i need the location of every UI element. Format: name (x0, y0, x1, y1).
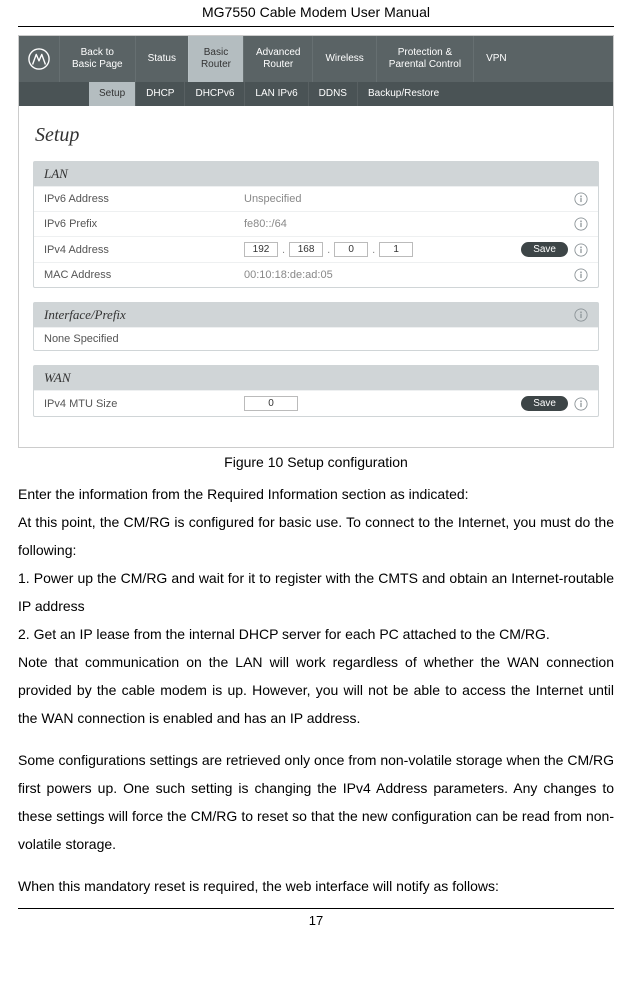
label-ipv4-mtu: IPv4 MTU Size (44, 398, 244, 410)
sub-nav: Setup DHCP DHCPv6 LAN IPv6 DDNS Backup/R… (19, 82, 613, 106)
nav-label: Router (201, 59, 231, 71)
row-ipv6-address: IPv6 Address Unspecified (34, 186, 598, 211)
info-icon[interactable] (574, 268, 588, 282)
ipv4-octet-4[interactable] (379, 242, 413, 257)
row-ipv4-address: IPv4 Address . . . Save (34, 236, 598, 262)
row-mac-address: MAC Address 00:10:18:de:ad:05 (34, 262, 598, 287)
subnav-backup-restore[interactable]: Backup/Restore (357, 82, 449, 106)
manual-page: MG7550 Cable Modem User Manual Back to B… (0, 0, 632, 944)
info-icon[interactable] (574, 308, 588, 322)
page-number: 17 (18, 908, 614, 928)
subnav-dhcpv6[interactable]: DHCPv6 (184, 82, 244, 106)
para-3: 1. Power up the CM/RG and wait for it to… (18, 564, 614, 620)
nav-advanced-router[interactable]: Advanced Router (243, 36, 312, 82)
value-ipv4-mtu (244, 396, 521, 411)
motorola-logo-icon (19, 36, 59, 82)
info-icon[interactable] (574, 397, 588, 411)
nav-wireless[interactable]: Wireless (312, 36, 375, 82)
row-ipv4-mtu: IPv4 MTU Size Save (34, 390, 598, 416)
nav-label: Basic Page (72, 59, 123, 71)
nav-label: Router (263, 59, 293, 71)
panel-body: Setup LAN IPv6 Address Unspecified IPv6 … (19, 106, 613, 447)
label-mac-address: MAC Address (44, 269, 244, 281)
body-text: Enter the information from the Required … (18, 480, 614, 900)
para-7: When this mandatory reset is required, t… (18, 872, 614, 900)
mtu-input[interactable] (244, 396, 298, 411)
para-1: Enter the information from the Required … (18, 480, 614, 508)
nav-label: VPN (486, 53, 507, 65)
info-icon[interactable] (574, 217, 588, 231)
lan-card-header: LAN (34, 162, 598, 186)
nav-label: Advanced (256, 47, 300, 59)
label-ipv6-prefix: IPv6 Prefix (44, 218, 244, 230)
value-ipv4-address: . . . (244, 242, 521, 257)
subnav-lan-ipv6[interactable]: LAN IPv6 (244, 82, 307, 106)
wan-card-header: WAN (34, 366, 598, 390)
value-ipv6-prefix: fe80::/64 (244, 218, 574, 230)
ipv4-octet-3[interactable] (334, 242, 368, 257)
para-6: Some configurations settings are retriev… (18, 746, 614, 858)
lan-card: LAN IPv6 Address Unspecified IPv6 Prefix… (33, 161, 599, 288)
lan-save-button[interactable]: Save (521, 242, 568, 257)
figure-caption: Figure 10 Setup configuration (18, 454, 614, 470)
card-title: LAN (44, 166, 68, 182)
subnav-setup[interactable]: Setup (89, 82, 135, 106)
wan-save-button[interactable]: Save (521, 396, 568, 411)
document-title: MG7550 Cable Modem User Manual (18, 0, 614, 27)
label-ipv4-address: IPv4 Address (44, 244, 244, 256)
none-specified-label: None Specified (44, 333, 119, 345)
router-ui-screenshot: Back to Basic Page Status Basic Router A… (18, 35, 614, 448)
card-title: Interface/Prefix (44, 307, 126, 323)
row-none-specified: None Specified (34, 327, 598, 350)
nav-basic-router[interactable]: Basic Router (188, 36, 243, 82)
nav-protection-parental[interactable]: Protection & Parental Control (376, 36, 473, 82)
wan-card: WAN IPv4 MTU Size Save (33, 365, 599, 417)
nav-label: Wireless (325, 53, 363, 65)
para-5: Note that communication on the LAN will … (18, 648, 614, 732)
nav-label: Back to (81, 47, 114, 59)
nav-label: Protection & (398, 47, 452, 59)
value-mac-address: 00:10:18:de:ad:05 (244, 269, 574, 281)
info-icon[interactable] (574, 192, 588, 206)
ipv4-octet-2[interactable] (289, 242, 323, 257)
page-heading: Setup (35, 124, 599, 147)
interface-card-header: Interface/Prefix (34, 303, 598, 327)
nav-status[interactable]: Status (135, 36, 188, 82)
main-nav: Back to Basic Page Status Basic Router A… (19, 36, 613, 82)
nav-vpn[interactable]: VPN (473, 36, 519, 82)
subnav-ddns[interactable]: DDNS (308, 82, 357, 106)
label-ipv6-address: IPv6 Address (44, 193, 244, 205)
interface-card: Interface/Prefix None Specified (33, 302, 599, 351)
nav-label: Status (148, 53, 176, 65)
card-title: WAN (44, 370, 71, 386)
ipv4-octet-1[interactable] (244, 242, 278, 257)
value-ipv6-address: Unspecified (244, 193, 574, 205)
nav-label: Basic (204, 47, 228, 59)
row-ipv6-prefix: IPv6 Prefix fe80::/64 (34, 211, 598, 236)
nav-back-to-basic[interactable]: Back to Basic Page (59, 36, 135, 82)
nav-label: Parental Control (389, 59, 461, 71)
subnav-dhcp[interactable]: DHCP (135, 82, 184, 106)
para-2: At this point, the CM/RG is configured f… (18, 508, 614, 564)
info-icon[interactable] (574, 243, 588, 257)
para-4: 2. Get an IP lease from the internal DHC… (18, 620, 614, 648)
